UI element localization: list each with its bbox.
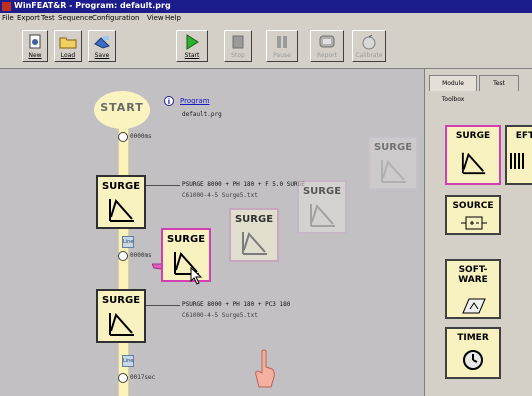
- tool-label: SOURCE: [452, 201, 494, 211]
- report-icon: [319, 35, 335, 48]
- toolbox-timer[interactable]: TIMER: [445, 327, 501, 379]
- timer-icon: [118, 132, 128, 142]
- save-icon: [94, 36, 110, 49]
- stop-button[interactable]: Stop: [224, 30, 252, 62]
- start-label: Start: [184, 52, 200, 59]
- pause-button[interactable]: Pause: [266, 30, 298, 62]
- new-doc-icon: [29, 34, 41, 49]
- stop-icon: [232, 35, 244, 49]
- eft-burst-icon: [510, 153, 524, 169]
- menu-sequence[interactable]: Sequence: [58, 14, 93, 22]
- module-label: SURGE: [101, 295, 141, 306]
- module-label: SURGE: [166, 234, 206, 245]
- tool-label: EFT: [515, 131, 532, 141]
- surge-module-2[interactable]: SURGE: [96, 289, 146, 343]
- module-label: SURGE: [373, 142, 413, 153]
- surge-waveform-icon: [381, 160, 406, 183]
- surge-module-ghost: SURGE: [297, 180, 347, 234]
- timer-icon: [118, 251, 128, 261]
- step-1-file: C61000-4-5 Surge5.txt: [182, 192, 258, 199]
- new-label: New: [28, 52, 42, 59]
- toolbox-software[interactable]: SOFT-WARE: [445, 259, 501, 319]
- mouse-cursor-icon: [190, 267, 203, 285]
- line-icon: Line: [122, 236, 134, 248]
- wait-time-2: 0000ms: [130, 252, 152, 259]
- surge-waveform-icon: [109, 313, 134, 336]
- app-icon: [2, 2, 11, 11]
- module-label: SURGE: [101, 181, 141, 192]
- new-button[interactable]: New: [22, 30, 48, 62]
- program-filename: default.prg: [182, 111, 222, 118]
- connector-line: [146, 305, 180, 306]
- tool-label: TIMER: [457, 333, 489, 343]
- step-2-params: PSURGE 8000 + PH 180 + PC3 180: [182, 301, 291, 308]
- save-label: Save: [94, 52, 110, 59]
- menu-configuration[interactable]: Configuration: [92, 14, 139, 22]
- connector-line: [146, 185, 180, 186]
- menu-help[interactable]: Help: [165, 14, 181, 22]
- surge-waveform-icon: [109, 199, 134, 222]
- step-1-params: PSURGE 8000 + PH 180 + F 5.0 SURGE: [182, 181, 305, 188]
- play-icon: [186, 34, 199, 50]
- toolbox-source[interactable]: SOURCE: [445, 195, 501, 235]
- load-label: Load: [60, 52, 76, 59]
- calibrate-button[interactable]: Calibrate: [352, 30, 386, 62]
- program-link[interactable]: Program: [180, 97, 210, 105]
- report-button[interactable]: Report: [310, 30, 344, 62]
- hand-pointer-icon: [255, 349, 275, 388]
- load-button[interactable]: Load: [54, 30, 82, 62]
- line-icon: Line: [122, 355, 134, 367]
- start-button[interactable]: Start: [176, 30, 208, 62]
- calibrate-icon: [362, 34, 376, 50]
- info-icon: i: [164, 96, 174, 106]
- surge-module-1[interactable]: SURGE: [96, 175, 146, 229]
- timer-icon: [118, 373, 128, 383]
- menu-view[interactable]: View: [147, 14, 164, 22]
- sequence-workspace[interactable]: START i Program default.prg 0000ms SURGE…: [0, 69, 424, 396]
- menu-file[interactable]: File: [2, 14, 14, 22]
- menu-test[interactable]: Test: [41, 14, 55, 22]
- tab-module-toolbox[interactable]: Module Toolbox: [429, 75, 477, 103]
- report-label: Report: [317, 52, 337, 59]
- menu-bar: File Export Test Sequence Configuration …: [0, 13, 532, 24]
- module-label: SURGE: [234, 214, 274, 225]
- surge-waveform-icon: [310, 204, 335, 227]
- toolbox-surge[interactable]: SURGE: [445, 125, 501, 185]
- window-title: WinFEAT&R - Program: default.prg: [14, 1, 171, 10]
- folder-icon: [59, 37, 77, 49]
- pause-icon: [277, 36, 287, 48]
- module-toolbox-panel: Module Toolbox Test SURGE EFT SOURCE SOF…: [424, 69, 532, 396]
- title-bar: WinFEAT&R - Program: default.prg: [0, 0, 532, 13]
- start-label: START: [100, 101, 144, 114]
- surge-waveform-icon: [242, 232, 267, 255]
- pause-label: Pause: [273, 52, 291, 59]
- surge-module-ghost: SURGE: [229, 208, 279, 262]
- stop-label: Stop: [231, 52, 245, 59]
- tool-label: SOFT-WARE: [458, 265, 488, 285]
- save-button[interactable]: Save: [88, 30, 116, 62]
- calibrate-label: Calibrate: [355, 52, 383, 59]
- surge-module-ghost: SURGE: [368, 136, 418, 190]
- toolbox-eft[interactable]: EFT: [505, 125, 532, 185]
- wait-time-1: 0000ms: [130, 133, 152, 140]
- surge-waveform-icon: [461, 152, 486, 175]
- start-node[interactable]: START: [94, 91, 150, 129]
- tab-test[interactable]: Test: [479, 75, 519, 91]
- app-window: WinFEAT&R - Program: default.prg File Ex…: [0, 0, 532, 396]
- software-icon: [462, 298, 486, 314]
- module-label: SURGE: [302, 186, 342, 197]
- voltage-source-icon: [461, 216, 487, 230]
- menu-export[interactable]: Export: [17, 14, 40, 22]
- timer-icon: [463, 350, 483, 370]
- tool-label: SURGE: [455, 131, 491, 141]
- wait-time-3: 0017sec: [130, 374, 156, 381]
- toolbar: New Load Save Start Stop Pause Report Ca…: [0, 24, 532, 69]
- step-2-file: C61000-4-5 Surge5.txt: [182, 312, 258, 319]
